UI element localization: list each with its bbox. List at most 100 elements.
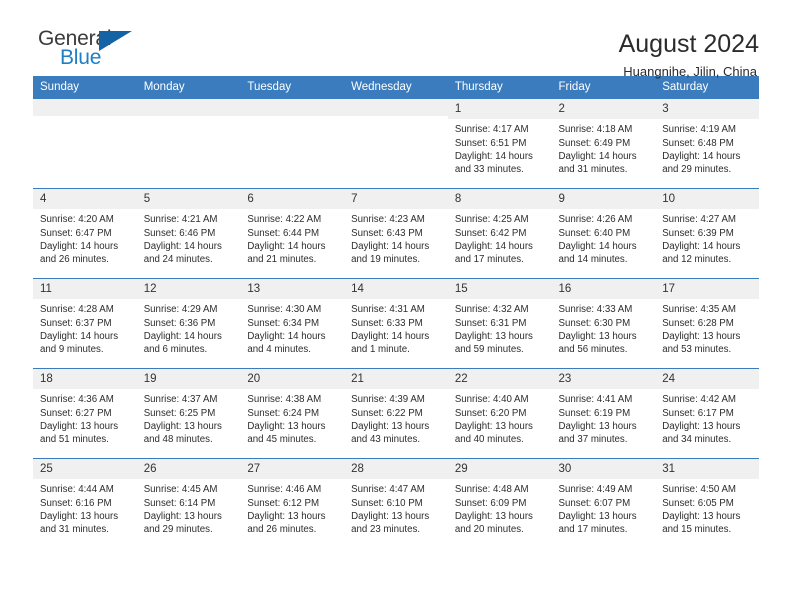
page-header: General Blue August 2024 Huangnihe, Jili… <box>33 0 759 79</box>
sunset-text: Sunset: 6:40 PM <box>558 227 631 239</box>
calendar-day-cell[interactable]: 25 Sunrise: 4:44 AM Sunset: 6:16 PM Dayligh… <box>33 458 137 548</box>
sunrise-text: Sunrise: 4:25 AM <box>454 214 529 226</box>
day-cell-inner: 1 Sunrise: 4:17 AM Sunset: 6:51 PM Daylight… <box>447 99 552 188</box>
day-number: 9 <box>551 189 656 210</box>
calendar-day-cell[interactable]: 18 Sunrise: 4:36 AM Sunset: 6:27 PM Dayligh… <box>33 368 137 459</box>
sunset-text: Sunset: 6:25 PM <box>143 407 216 419</box>
calendar-day-cell[interactable]: 9 Sunrise: 4:26 AM Sunset: 6:40 PM Daylight… <box>551 188 656 279</box>
day-number: 3 <box>655 99 759 120</box>
day-cell-inner <box>33 99 137 188</box>
calendar-day-cell[interactable]: 19 Sunrise: 4:37 AM Sunset: 6:25 PM Dayligh… <box>136 368 241 459</box>
calendar-day-cell[interactable]: 14 Sunrise: 4:31 AM Sunset: 6:33 PM Dayligh… <box>344 278 448 369</box>
daylight-text: Daylight: 14 hours and 4 minutes. <box>247 330 326 355</box>
sunset-text: Sunset: 6:07 PM <box>558 497 631 509</box>
calendar-day-cell[interactable]: 3 Sunrise: 4:19 AM Sunset: 6:48 PM Daylight… <box>655 98 759 189</box>
calendar-grid: Sunday Monday Tuesday Wednesday Thursday… <box>33 76 759 548</box>
sunset-text: Sunset: 6:39 PM <box>662 227 734 239</box>
day-number: 27 <box>240 459 345 480</box>
calendar-day-cell[interactable]: 12 Sunrise: 4:29 AM Sunset: 6:36 PM Dayligh… <box>136 278 241 369</box>
day-number: 11 <box>33 279 137 300</box>
daylight-text: Daylight: 14 hours and 33 minutes. <box>454 150 533 175</box>
title-block: August 2024 Huangnihe, Jilin, China <box>619 28 759 79</box>
daylight-text: Daylight: 14 hours and 26 minutes. <box>40 240 119 265</box>
calendar-day-cell[interactable]: 2 Sunrise: 4:18 AM Sunset: 6:49 PM Daylight… <box>551 98 656 189</box>
day-number: 5 <box>136 189 241 210</box>
calendar-day-cell[interactable]: 20 Sunrise: 4:38 AM Sunset: 6:24 PM Dayligh… <box>240 368 345 459</box>
day-details: Sunrise: 4:30 AM Sunset: 6:34 PM Daylight:… <box>240 299 344 356</box>
sunset-text: Sunset: 6:47 PM <box>40 227 112 239</box>
day-cell-inner: 22 Sunrise: 4:40 AM Sunset: 6:20 PM Dayligh… <box>447 369 552 458</box>
calendar-day-cell[interactable]: 8 Sunrise: 4:25 AM Sunset: 6:42 PM Daylight… <box>447 188 552 279</box>
sunrise-text: Sunrise: 4:18 AM <box>558 124 633 136</box>
calendar-day-cell[interactable]: 4 Sunrise: 4:20 AM Sunset: 6:47 PM Daylight… <box>33 188 137 279</box>
calendar-day-cell[interactable]: 1 Sunrise: 4:17 AM Sunset: 6:51 PM Daylight… <box>447 98 552 189</box>
calendar-week-row: 1 Sunrise: 4:17 AM Sunset: 6:51 PM Daylight… <box>33 98 759 189</box>
sunset-text: Sunset: 6:12 PM <box>247 497 320 509</box>
calendar-day-cell[interactable]: 24 Sunrise: 4:42 AM Sunset: 6:17 PM Dayligh… <box>655 368 759 459</box>
calendar-day-cell[interactable]: 27 Sunrise: 4:46 AM Sunset: 6:12 PM Dayligh… <box>240 458 345 548</box>
calendar-day-cell[interactable]: 30 Sunrise: 4:49 AM Sunset: 6:07 PM Dayligh… <box>551 458 656 548</box>
sunrise-text: Sunrise: 4:26 AM <box>558 214 633 226</box>
sunrise-text: Sunrise: 4:50 AM <box>662 484 736 496</box>
calendar-day-cell[interactable]: 16 Sunrise: 4:33 AM Sunset: 6:30 PM Dayligh… <box>551 278 656 369</box>
day-details: Sunrise: 4:45 AM Sunset: 6:14 PM Daylight:… <box>137 479 241 536</box>
day-number: 7 <box>344 189 448 210</box>
sunrise-text: Sunrise: 4:46 AM <box>247 484 322 496</box>
sunset-text: Sunset: 6:37 PM <box>40 317 112 329</box>
day-cell-inner: 5 Sunrise: 4:21 AM Sunset: 6:46 PM Daylight… <box>136 189 241 278</box>
day-details: Sunrise: 4:27 AM Sunset: 6:39 PM Daylight:… <box>655 209 759 266</box>
calendar-day-cell[interactable]: 17 Sunrise: 4:35 AM Sunset: 6:28 PM Dayligh… <box>655 278 759 369</box>
day-details: Sunrise: 4:20 AM Sunset: 6:47 PM Daylight:… <box>33 209 137 266</box>
calendar-day-cell[interactable]: 5 Sunrise: 4:21 AM Sunset: 6:46 PM Daylight… <box>136 188 241 279</box>
sunrise-text: Sunrise: 4:36 AM <box>40 394 114 406</box>
day-number: 13 <box>240 279 345 300</box>
day-number: 18 <box>33 369 137 390</box>
daylight-text: Daylight: 13 hours and 37 minutes. <box>558 420 637 445</box>
sunset-text: Sunset: 6:43 PM <box>351 227 423 239</box>
sunrise-text: Sunrise: 4:37 AM <box>143 394 218 406</box>
daylight-text: Daylight: 13 hours and 59 minutes. <box>454 330 533 355</box>
calendar-day-cell[interactable]: 22 Sunrise: 4:40 AM Sunset: 6:20 PM Dayligh… <box>447 368 552 459</box>
calendar-day-cell[interactable]: 28 Sunrise: 4:47 AM Sunset: 6:10 PM Dayligh… <box>344 458 448 548</box>
day-number: 2 <box>551 99 656 120</box>
sunset-text: Sunset: 6:10 PM <box>351 497 423 509</box>
calendar-day-cell[interactable]: 6 Sunrise: 4:22 AM Sunset: 6:44 PM Daylight… <box>240 188 345 279</box>
brand-logo[interactable]: General Blue <box>33 28 153 76</box>
day-cell-inner: 8 Sunrise: 4:25 AM Sunset: 6:42 PM Daylight… <box>447 189 552 278</box>
day-details: Sunrise: 4:17 AM Sunset: 6:51 PM Daylight:… <box>448 119 552 176</box>
sunset-text: Sunset: 6:27 PM <box>40 407 112 419</box>
sunset-text: Sunset: 6:44 PM <box>247 227 320 239</box>
calendar-day-cell[interactable]: 31 Sunrise: 4:50 AM Sunset: 6:05 PM Dayligh… <box>655 458 759 548</box>
day-number: 10 <box>655 189 759 210</box>
day-cell-inner: 16 Sunrise: 4:33 AM Sunset: 6:30 PM Dayligh… <box>551 279 656 368</box>
calendar-day-cell[interactable]: 21 Sunrise: 4:39 AM Sunset: 6:22 PM Dayligh… <box>344 368 448 459</box>
day-details: Sunrise: 4:18 AM Sunset: 6:49 PM Daylight:… <box>552 119 656 176</box>
day-number: 19 <box>136 369 241 390</box>
sunrise-text: Sunrise: 4:40 AM <box>454 394 529 406</box>
day-details: Sunrise: 4:40 AM Sunset: 6:20 PM Daylight:… <box>448 389 552 446</box>
calendar-day-cell[interactable]: 13 Sunrise: 4:30 AM Sunset: 6:34 PM Dayligh… <box>240 278 345 369</box>
sunset-text: Sunset: 6:28 PM <box>662 317 734 329</box>
sunrise-text: Sunrise: 4:19 AM <box>662 124 736 136</box>
day-cell-inner <box>240 99 345 188</box>
daylight-text: Daylight: 13 hours and 40 minutes. <box>454 420 533 445</box>
calendar-day-cell[interactable]: 10 Sunrise: 4:27 AM Sunset: 6:39 PM Dayligh… <box>655 188 759 279</box>
calendar-day-cell[interactable]: 15 Sunrise: 4:32 AM Sunset: 6:31 PM Dayligh… <box>447 278 552 369</box>
day-details: Sunrise: 4:22 AM Sunset: 6:44 PM Daylight:… <box>240 209 344 266</box>
daylight-text: Daylight: 13 hours and 26 minutes. <box>247 510 326 535</box>
day-cell-inner: 23 Sunrise: 4:41 AM Sunset: 6:19 PM Dayligh… <box>551 369 656 458</box>
calendar-day-cell[interactable]: 29 Sunrise: 4:48 AM Sunset: 6:09 PM Dayligh… <box>447 458 552 548</box>
sunset-text: Sunset: 6:42 PM <box>454 227 527 239</box>
daylight-text: Daylight: 14 hours and 14 minutes. <box>558 240 637 265</box>
daylight-text: Daylight: 14 hours and 24 minutes. <box>143 240 222 265</box>
calendar-day-cell[interactable]: 23 Sunrise: 4:41 AM Sunset: 6:19 PM Dayligh… <box>551 368 656 459</box>
calendar-day-cell[interactable]: 11 Sunrise: 4:28 AM Sunset: 6:37 PM Dayligh… <box>33 278 137 369</box>
day-number <box>240 99 345 116</box>
calendar-day-cell[interactable]: 26 Sunrise: 4:45 AM Sunset: 6:14 PM Dayligh… <box>136 458 241 548</box>
day-details: Sunrise: 4:25 AM Sunset: 6:42 PM Daylight:… <box>448 209 552 266</box>
day-details: Sunrise: 4:39 AM Sunset: 6:22 PM Daylight:… <box>344 389 448 446</box>
daylight-text: Daylight: 13 hours and 31 minutes. <box>40 510 119 535</box>
day-details: Sunrise: 4:50 AM Sunset: 6:05 PM Daylight:… <box>655 479 759 536</box>
sunset-text: Sunset: 6:17 PM <box>662 407 734 419</box>
calendar-day-cell[interactable]: 7 Sunrise: 4:23 AM Sunset: 6:43 PM Daylight… <box>344 188 448 279</box>
